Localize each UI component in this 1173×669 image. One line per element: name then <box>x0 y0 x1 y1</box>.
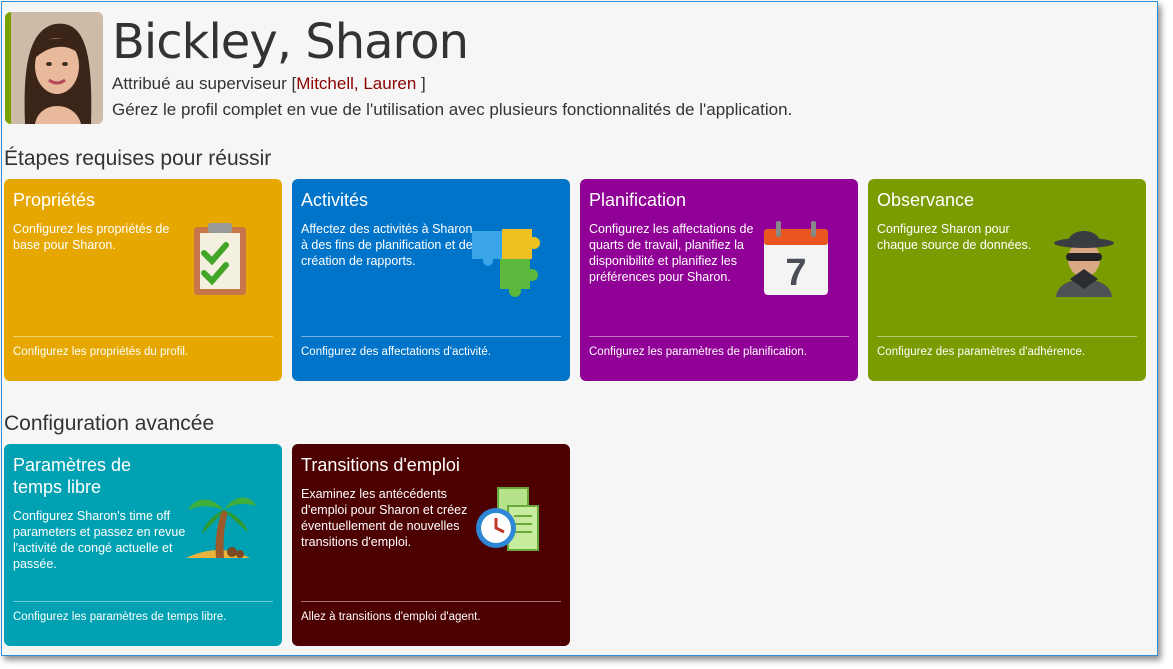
profile-description: Gérez le profil complet en vue de l'util… <box>112 100 793 119</box>
supervisor-link[interactable]: Mitchell, Lauren <box>296 74 416 93</box>
spy-icon <box>1054 231 1114 297</box>
clock-documents-icon <box>476 487 539 551</box>
supervisor-assignment: Attribué au superviseur [Mitchell, Laure… <box>112 74 426 94</box>
card-title: Transitions d'emploi <box>301 455 460 475</box>
palm-tree-icon <box>186 497 256 558</box>
card-title: Propriétés <box>13 190 96 210</box>
profile-name: Bickley, Sharon <box>112 14 469 70</box>
avatar <box>5 12 103 124</box>
card-properties[interactable]: Propriétés Configurez les propriétés de … <box>4 179 282 381</box>
assigned-label: Attribué au superviseur [ <box>112 74 297 93</box>
user-photo-icon <box>11 12 103 124</box>
card-divider <box>13 601 273 602</box>
card-divider <box>13 336 273 337</box>
card-footer-link[interactable]: Configurez les propriétés du profil. <box>13 346 188 358</box>
card-planning[interactable]: Planification Configurez les affectation… <box>580 179 858 381</box>
profile-page: Bickley, Sharon Attribué au superviseur … <box>1 1 1158 656</box>
calendar-icon: 7 <box>764 221 828 295</box>
card-divider <box>301 601 561 602</box>
card-divider <box>877 336 1137 337</box>
section-title-advanced: Configuration avancée <box>4 412 215 435</box>
card-title: Observance <box>877 190 975 210</box>
card-description: Configurez Sharon's time off parameters … <box>13 509 186 571</box>
calendar-day: 7 <box>785 252 806 294</box>
card-description: Configurez les affectations de quarts de… <box>589 222 754 284</box>
card-footer-link[interactable]: Configurez les paramètres de temps libre… <box>13 611 227 623</box>
card-job-transitions[interactable]: Transitions d'emploi Examinez les antécé… <box>292 444 570 646</box>
card-description: Affectez des activités à Sharon à des fi… <box>301 222 473 268</box>
puzzle-icon <box>472 229 540 297</box>
card-title: Planification <box>589 190 687 210</box>
card-footer-link[interactable]: Allez à transitions d'emploi d'agent. <box>301 611 481 623</box>
card-title: Activités <box>301 190 369 210</box>
card-divider <box>301 336 561 337</box>
card-footer-link[interactable]: Configurez des affectations d'activité. <box>301 346 491 358</box>
card-description: Examinez les antécédents d'emploi pour S… <box>301 487 468 549</box>
card-footer-link[interactable]: Configurez des paramètres d'adhérence. <box>877 346 1085 358</box>
card-divider <box>589 336 849 337</box>
card-activities[interactable]: Activités Affectez des activités à Sharo… <box>292 179 570 381</box>
avatar-accent-stripe <box>5 12 11 124</box>
card-time-off[interactable]: Paramètres de temps libre Configurez Sha… <box>4 444 282 646</box>
assigned-suffix: ] <box>416 74 426 93</box>
clipboard-check-icon <box>194 223 246 295</box>
card-observance[interactable]: Observance Configurez Sharon pour chaque… <box>868 179 1146 381</box>
section-title-required: Étapes requises pour réussir <box>4 147 272 170</box>
card-title: Paramètres de temps libre <box>13 455 132 497</box>
card-description: Configurez Sharon pour chaque source de … <box>877 222 1032 252</box>
card-description: Configurez les propriétés de base pour S… <box>13 222 170 252</box>
card-footer-link[interactable]: Configurez les paramètres de planificati… <box>589 346 807 358</box>
